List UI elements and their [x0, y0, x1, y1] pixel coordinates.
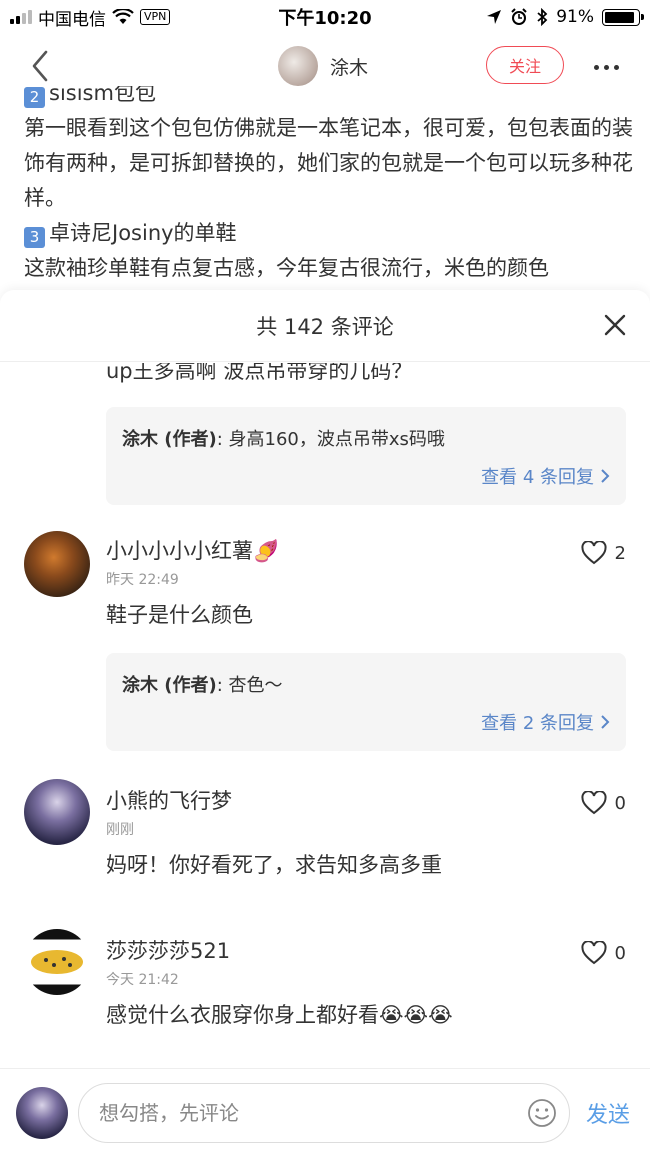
reply-line: 涂木 (作者): 身高160，波点吊带xs码哦 [122, 425, 445, 451]
vpn-badge: VPN [140, 9, 171, 25]
comments-sheet: 共 142 条评论 up王多高啊 波点吊带穿的几码？ 涂木 (作者): 身高16… [0, 290, 650, 1156]
comment-text: up王多高啊 波点吊带穿的几码？ [106, 363, 413, 383]
comment-input[interactable] [99, 1084, 519, 1141]
comment-text: 鞋子是什么颜色 [106, 603, 253, 627]
reply-author: 涂木 (作者) [122, 429, 217, 450]
battery-icon [602, 8, 644, 26]
heart-icon[interactable] [581, 791, 607, 815]
battery-percent: 91% [556, 7, 594, 27]
reply-line: 涂木 (作者): 杏色～ [122, 671, 283, 697]
view-replies-label[interactable]: 查看 2 条回复 [481, 709, 594, 735]
comment-item: 小熊的飞行梦 刚刚 0 妈呀！你好看死了，求告知多高多重 [0, 779, 650, 909]
battery-fill [605, 11, 635, 23]
like-count: 0 [614, 792, 626, 814]
emoji-icon[interactable] [527, 1098, 557, 1128]
avatar[interactable] [24, 929, 90, 995]
heart-icon[interactable] [581, 541, 607, 565]
number-2-badge: 2 [24, 87, 45, 108]
avatar[interactable] [24, 779, 90, 845]
send-button[interactable]: 发送 [586, 1097, 630, 1129]
author-avatar[interactable] [278, 46, 318, 86]
comment-partial: up王多高啊 波点吊带穿的几码？ 涂木 (作者): 身高160，波点吊带xs码哦… [0, 363, 650, 505]
like-button[interactable]: 0 [581, 791, 626, 815]
view-replies-link[interactable]: 查看 4 条回复 [481, 463, 610, 489]
reply-text: : 杏色～ [216, 675, 283, 696]
comment-item: 莎莎莎莎521 今天 21:42 0 感觉什么衣服穿你身上都好看😭😭😭 [0, 929, 650, 1059]
article-body: 2 sisism包包 第一眼看到这个包包仿佛就是一本笔记本，很可爱，包包表面的装饰… [24, 86, 634, 290]
like-button[interactable]: 0 [581, 941, 626, 965]
comment-input-wrapper[interactable] [78, 1083, 570, 1143]
reply-text: : 身高160，波点吊带xs码哦 [216, 429, 445, 450]
article-item3-title: 卓诗尼Josiny的单鞋 [49, 221, 237, 245]
comment-text: 感觉什么衣服穿你身上都好看😭😭😭 [106, 1003, 453, 1027]
comment-username[interactable]: 小小小小小红薯🍠 [106, 535, 279, 565]
reply-box[interactable]: 涂木 (作者): 杏色～ 查看 2 条回复 [106, 653, 626, 751]
wifi-icon [112, 9, 134, 24]
like-count: 0 [614, 942, 626, 964]
avatar-logo-icon [31, 950, 83, 974]
reply-author: 涂木 (作者) [122, 675, 217, 696]
bluetooth-icon [537, 8, 548, 26]
comment-text: 妈呀！你好看死了，求告知多高多重 [106, 853, 442, 877]
status-right: 91% [400, 7, 644, 27]
comment-username[interactable]: 小熊的飞行梦 [106, 785, 232, 815]
comment-item: 小小小小小红薯🍠 昨天 22:49 2 鞋子是什么颜色 涂木 (作者): 杏色～… [0, 529, 650, 759]
comments-count-title: 共 142 条评论 [256, 314, 394, 339]
article-line-top: 2 sisism包包 [24, 86, 634, 111]
back-chevron-icon[interactable] [26, 48, 56, 84]
nav-author[interactable]: 涂木 [278, 46, 368, 86]
comment-time: 刚刚 [106, 822, 134, 838]
carrier-label: 中国电信 [38, 9, 106, 30]
like-count: 2 [614, 542, 626, 564]
status-bar: 中国电信 VPN 下午10:20 91% [0, 0, 650, 34]
more-icon[interactable] [594, 65, 619, 70]
follow-button[interactable]: 关注 [486, 46, 564, 84]
article-item2-title: sisism包包 [49, 86, 156, 105]
heart-icon[interactable] [581, 941, 607, 965]
alarm-icon [511, 8, 527, 25]
view-replies-label[interactable]: 查看 4 条回复 [481, 463, 594, 489]
chevron-right-icon [601, 715, 610, 729]
author-name[interactable]: 涂木 [330, 53, 368, 80]
status-left: 中国电信 VPN [10, 5, 250, 30]
comment-username[interactable]: 莎莎莎莎521 [106, 935, 230, 965]
view-replies-link[interactable]: 查看 2 条回复 [481, 709, 610, 735]
comments-list: up王多高啊 波点吊带穿的几码？ 涂木 (作者): 身高160，波点吊带xs码哦… [0, 363, 650, 1073]
number-3-badge: 3 [24, 227, 45, 248]
signal-icon [10, 10, 32, 24]
status-time: 下午10:20 [278, 8, 372, 29]
bottom-comment-bar: 发送 [0, 1068, 650, 1156]
chevron-right-icon [601, 469, 610, 483]
comment-time: 昨天 22:49 [106, 572, 179, 588]
reply-box[interactable]: 涂木 (作者): 身高160，波点吊带xs码哦 查看 4 条回复 [106, 407, 626, 505]
article-paragraph-1: 第一眼看到这个包包仿佛就是一本笔记本，很可爱，包包表面的装饰有两种，是可拆卸替换… [24, 116, 633, 210]
article-item-3: 3 卓诗尼Josiny的单鞋 [24, 216, 634, 251]
avatar[interactable] [24, 531, 90, 597]
my-avatar[interactable] [16, 1087, 68, 1139]
comment-time: 今天 21:42 [106, 972, 179, 988]
article-paragraph-2: 这款袖珍单鞋有点复古感，今年复古很流行，米色的颜色 [24, 256, 549, 280]
close-icon[interactable] [604, 314, 626, 336]
like-button[interactable]: 2 [581, 541, 626, 565]
location-arrow-icon [487, 10, 502, 24]
comments-header: 共 142 条评论 [0, 290, 650, 362]
